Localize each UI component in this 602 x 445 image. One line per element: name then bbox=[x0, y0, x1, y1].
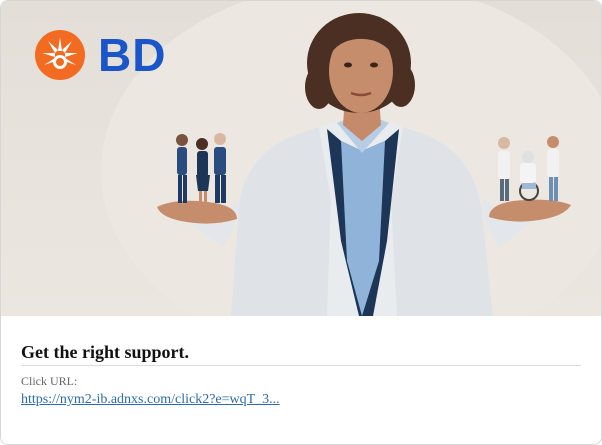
brand-wordmark: BD bbox=[98, 29, 167, 81]
ad-hero-image[interactable]: BD bbox=[1, 1, 601, 316]
ad-footer: Get the right support. Click URL: https:… bbox=[1, 316, 601, 444]
click-url-label: Click URL: bbox=[21, 374, 78, 388]
divider bbox=[21, 365, 581, 366]
ad-headline: Get the right support. bbox=[21, 342, 189, 362]
bd-logo: BD bbox=[34, 29, 166, 81]
click-url-link[interactable]: https://nym2-ib.adnxs.com/click2?e=wqT_3… bbox=[21, 392, 280, 408]
sunburst-logo-icon bbox=[35, 30, 85, 80]
ad-card: BD Get the right support. Click URL: htt… bbox=[0, 0, 602, 445]
